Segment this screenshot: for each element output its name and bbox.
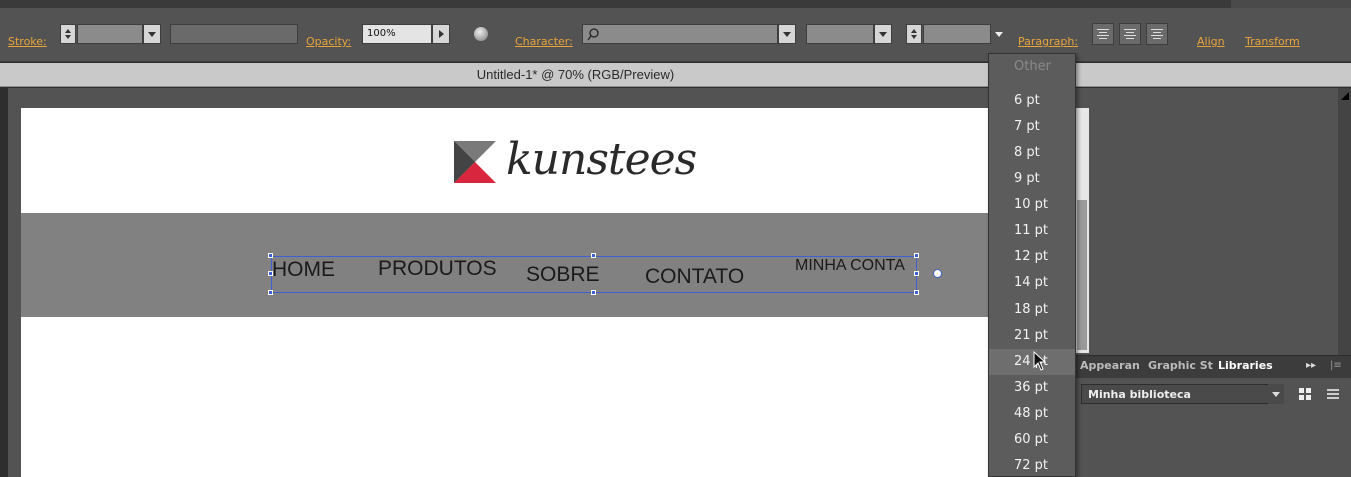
library-select[interactable]: Minha biblioteca: [1081, 384, 1284, 404]
spinner-down-icon: [65, 35, 71, 39]
nav-item-sobre[interactable]: SOBRE: [526, 263, 600, 287]
scrollbar-thumb[interactable]: [1077, 200, 1087, 350]
tab-graphic-styles[interactable]: Graphic St: [1148, 359, 1214, 372]
spinner-down-icon: [911, 35, 917, 39]
expand-panel-arrows-icon[interactable]: ▸▸: [1306, 360, 1316, 371]
mouse-cursor-icon: [1033, 351, 1047, 371]
selection-handle-tr[interactable]: [914, 253, 919, 258]
expand-panel-icon[interactable]: [1341, 92, 1349, 100]
align-right-icon: [1151, 29, 1163, 30]
font-size-field[interactable]: [923, 24, 991, 44]
illustrator-window: Stroke: Opacity: 100% Character: Paragra…: [0, 0, 1351, 477]
align-center-icon: [1124, 29, 1136, 30]
dropdown-arrow-icon: [879, 31, 887, 37]
dropdown-arrow-icon: [995, 31, 1003, 37]
globe-icon[interactable]: [474, 27, 488, 41]
menu-item-8pt[interactable]: 8 pt: [989, 140, 1075, 166]
menu-item-48pt[interactable]: 48 pt: [989, 401, 1075, 427]
font-size-menu: Other 6 pt 7 pt 8 pt 9 pt 10 pt 11 pt 12…: [988, 53, 1076, 477]
font-style-dropdown[interactable]: [874, 24, 892, 44]
variable-width-profile[interactable]: [170, 24, 298, 44]
menu-item-36pt[interactable]: 36 pt: [989, 375, 1075, 401]
align-center-button[interactable]: [1119, 23, 1141, 45]
menu-item-6pt[interactable]: 6 pt: [989, 88, 1075, 114]
right-workspace: [1075, 88, 1351, 358]
selection-handle-br[interactable]: [914, 290, 919, 295]
stroke-weight-field[interactable]: [77, 24, 143, 44]
font-family-dropdown[interactable]: [778, 24, 796, 44]
panel-menu-icon[interactable]: |≡: [1330, 360, 1342, 371]
opacity-slider-button[interactable]: [432, 24, 450, 44]
dropdown-arrow-icon: [783, 31, 791, 37]
selection-handle-tm[interactable]: [591, 253, 596, 258]
search-icon: [587, 28, 599, 41]
menu-item-14pt[interactable]: 14 pt: [989, 270, 1075, 296]
nav-item-produtos[interactable]: PRODUTOS: [378, 257, 497, 281]
nav-item-home[interactable]: HOME: [272, 258, 335, 282]
align-left-icon: [1097, 29, 1109, 30]
nav-item-contato[interactable]: CONTATO: [645, 265, 744, 289]
paragraph-label[interactable]: Paragraph:: [1018, 35, 1078, 48]
align-left-button[interactable]: [1092, 23, 1114, 45]
text-path-anchor[interactable]: [933, 269, 942, 278]
menu-item-11pt[interactable]: 11 pt: [989, 218, 1075, 244]
menu-item-21pt[interactable]: 21 pt: [989, 323, 1075, 349]
panel-dock-edge: [1338, 88, 1351, 358]
opacity-field[interactable]: 100%: [362, 24, 432, 44]
nav-item-minha-conta[interactable]: MINHA CONTA: [795, 257, 905, 275]
spinner-up-icon: [911, 29, 917, 33]
kunstees-logo-text: kunstees: [506, 134, 697, 185]
dropdown-arrow-icon: [148, 31, 156, 37]
document-tab-title[interactable]: Untitled-1* @ 70% (RGB/Preview): [0, 63, 1351, 87]
stroke-spinner[interactable]: [60, 24, 76, 44]
spinner-up-icon: [65, 29, 71, 33]
tab-libraries[interactable]: Libraries: [1218, 359, 1278, 372]
dropdown-arrow-icon: [1272, 391, 1280, 397]
menu-item-9pt[interactable]: 9 pt: [989, 166, 1075, 192]
stroke-label[interactable]: Stroke:: [8, 35, 47, 48]
character-label[interactable]: Character:: [515, 35, 573, 48]
menu-item-18pt[interactable]: 18 pt: [989, 297, 1075, 323]
top-strip-right: [1231, 0, 1351, 8]
opacity-label[interactable]: Opacity:: [306, 35, 351, 48]
menu-item-7pt[interactable]: 7 pt: [989, 114, 1075, 140]
menu-item-12pt[interactable]: 12 pt: [989, 244, 1075, 270]
menu-item-60pt[interactable]: 60 pt: [989, 427, 1075, 453]
selection-handle-bm[interactable]: [591, 290, 596, 295]
font-search-field[interactable]: [582, 24, 778, 44]
selection-handle-mr[interactable]: [914, 271, 919, 276]
selection-handle-bl[interactable]: [268, 290, 273, 295]
font-style-field[interactable]: [806, 24, 874, 44]
tab-appearance[interactable]: Appearan: [1080, 359, 1142, 372]
stroke-weight-dropdown[interactable]: [143, 24, 161, 44]
font-size-spinner[interactable]: [906, 24, 922, 44]
font-size-dropdown[interactable]: [991, 24, 1007, 44]
arrow-right-icon: [438, 30, 444, 38]
menu-item-10pt[interactable]: 10 pt: [989, 192, 1075, 218]
menu-item-72pt[interactable]: 72 pt: [989, 453, 1075, 477]
align-link[interactable]: Align: [1197, 35, 1225, 48]
menu-item-24pt[interactable]: 24 pt: [989, 349, 1075, 375]
top-strip: [0, 0, 1351, 8]
list-view-icon[interactable]: [1325, 386, 1341, 402]
grid-view-icon[interactable]: [1297, 386, 1313, 402]
align-right-button[interactable]: [1146, 23, 1168, 45]
library-select-arrow[interactable]: [1268, 384, 1284, 404]
menu-item-other: Other: [1014, 59, 1051, 74]
transform-link[interactable]: Transform: [1245, 35, 1300, 48]
kunstees-logo-mark: [454, 141, 496, 183]
